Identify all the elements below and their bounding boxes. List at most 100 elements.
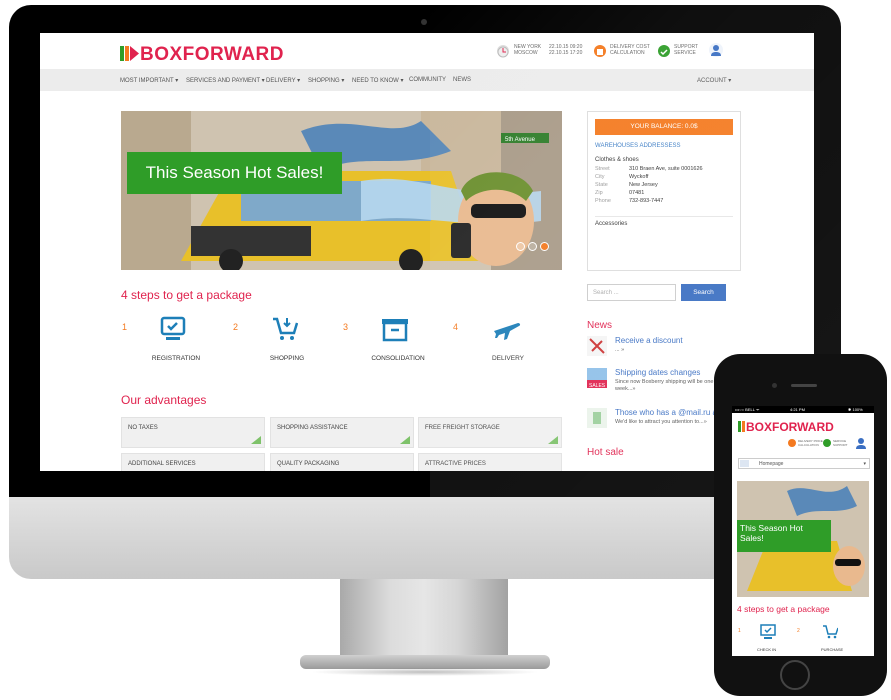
svg-text:5th Avenue: 5th Avenue — [505, 137, 536, 143]
support-icon[interactable] — [823, 439, 831, 447]
search-button[interactable]: Search — [681, 284, 726, 301]
city-names: NEW YORK MOSCOW — [514, 44, 542, 56]
corner-arrow-icon — [400, 436, 410, 444]
calculator-icon[interactable] — [594, 45, 606, 57]
hot-sale-heading: Hot sale — [587, 447, 624, 458]
phone-home-button[interactable] — [780, 660, 810, 690]
nav-delivery[interactable]: DELIVERY ▾ — [266, 77, 300, 84]
nav-community[interactable]: COMMUNITY — [409, 77, 446, 83]
warehouses-title[interactable]: WAREHOUSES ADDRESSESS — [595, 143, 680, 149]
advantage-card[interactable]: FREE FREIGHT STORAGE — [418, 417, 562, 448]
news-desc: Since now Boxberry shipping will be one … — [615, 379, 719, 392]
step-label[interactable]: CONSOLIDATION — [358, 355, 438, 362]
nav-shopping[interactable]: SHOPPING ▾ — [308, 77, 344, 84]
phone-slide-caption[interactable]: This Season Hot Sales! — [737, 520, 831, 552]
step-number: 2 — [233, 322, 239, 332]
advantage-card[interactable]: ADDITIONAL SERVICES — [121, 453, 265, 471]
step-label[interactable]: DELIVERY — [468, 355, 548, 362]
site-logo[interactable]: BOXFORWARD — [120, 44, 284, 66]
user-avatar-icon[interactable] — [709, 43, 723, 57]
chevron-down-icon: ▾ — [863, 461, 866, 467]
phone-steps-title: 4 steps to get a package — [737, 604, 830, 614]
advantages-title: Our advantages — [121, 393, 207, 407]
cart-icon[interactable] — [272, 316, 298, 342]
nav-most-important[interactable]: MOST IMPORTANT ▾ — [120, 77, 178, 84]
carrier-text: •••○○ BELL ᯤ — [735, 407, 760, 412]
main-nav: MOST IMPORTANT ▾ SERVICES AND PAYMENT ▾ … — [40, 69, 814, 91]
mail-thumb-icon — [587, 408, 607, 428]
support-link[interactable]: SUPPORT SERVICE — [674, 44, 698, 56]
clock-text: 4:21 PM — [790, 407, 805, 412]
warehouse-row: Street 310 Braen Ave, suite 0001626 — [595, 166, 703, 172]
phone-menu-select[interactable]: Homepage ▾ — [738, 458, 870, 469]
news-heading: News — [587, 320, 613, 331]
nav-news[interactable]: NEWS — [453, 77, 471, 83]
monitor-check-icon[interactable] — [160, 316, 186, 342]
phone-screen: •••○○ BELL ᯤ 4:21 PM ✱ 100% BOXFORWARD D… — [732, 406, 874, 656]
balance-button[interactable]: YOUR BALANCE: 0.0$ — [595, 119, 733, 135]
battery-text: ✱ 100% — [848, 407, 863, 412]
city-times: 22.10.15 09:20 22.10.15 17:20 — [549, 44, 583, 56]
support-icon[interactable] — [658, 45, 670, 57]
news-title[interactable]: Those who has a @mail.ru addr. — [615, 408, 730, 417]
camera-icon — [421, 19, 427, 25]
slider-dots — [516, 242, 549, 251]
corner-arrow-icon — [548, 436, 558, 444]
advantage-card[interactable]: ATTRACTIVE PRICES — [418, 453, 562, 471]
warehouse-row: City Wyckoff — [595, 174, 649, 180]
imac-stand — [340, 579, 508, 657]
monitor-check-icon[interactable] — [760, 624, 776, 640]
advantage-card[interactable]: QUALITY PACKAGING — [270, 453, 414, 471]
advantage-card[interactable]: SHOPPING ASSISTANCE — [270, 417, 414, 448]
news-desc: We'd like to attract you attention to...… — [615, 419, 707, 425]
phone-speaker — [791, 384, 817, 387]
phone-status-bar: •••○○ BELL ᯤ 4:21 PM ✱ 100% — [732, 406, 874, 413]
warehouse-row: Phone 732-893-7447 — [595, 198, 664, 204]
discount-icon — [587, 336, 607, 356]
cart-icon[interactable] — [822, 624, 838, 640]
site-header: BOXFORWARD NEW YORK MOSCOW 22.10.15 09:2… — [40, 33, 814, 69]
nav-account[interactable]: ACCOUNT ▾ — [697, 77, 731, 84]
box-consolidation-icon[interactable] — [381, 316, 409, 342]
accessories-item[interactable]: Accessories — [595, 216, 733, 227]
imac-base — [300, 655, 550, 669]
step-label[interactable]: PURCHASE — [821, 647, 843, 652]
logo-text: BOXFORWARD — [140, 44, 284, 65]
step-number: 2 — [797, 628, 800, 634]
warehouse-name: Clothes & shoes — [595, 157, 639, 163]
nav-need-to-know[interactable]: NEED TO KNOW ▾ — [352, 77, 403, 84]
advantage-card[interactable]: NO TAXES — [121, 417, 265, 448]
phone-logo[interactable]: BOXFORWARD — [738, 420, 834, 434]
phone-support-link[interactable]: SERVICE SUPPORT — [833, 439, 847, 447]
calculator-icon[interactable] — [788, 439, 796, 447]
steps-title: 4 steps to get a package — [121, 288, 252, 302]
slider-dot[interactable] — [516, 242, 525, 251]
phone-hero-slider[interactable]: This Season Hot Sales! — [737, 481, 869, 597]
delivery-cost-link[interactable]: DELIVERY COST CALCULATION — [610, 44, 650, 56]
step-label[interactable]: REGISTRATION — [136, 355, 216, 362]
news-title[interactable]: Shipping dates changes — [615, 368, 700, 377]
slide-caption[interactable]: This Season Hot Sales! — [127, 152, 342, 194]
phone-camera-icon — [772, 383, 777, 388]
imac-shadow — [310, 668, 540, 676]
step-number: 1 — [122, 322, 128, 332]
account-panel: YOUR BALANCE: 0.0$ WAREHOUSES ADDRESSESS… — [587, 111, 741, 271]
search-input[interactable]: Search ... — [587, 284, 676, 301]
phone-delivery-link[interactable]: DELIVERY PRICE CALCULATION — [798, 439, 823, 447]
logo-mark-icon — [120, 46, 139, 61]
slider-dot-active[interactable] — [540, 242, 549, 251]
step-label[interactable]: SHOPPING — [247, 355, 327, 362]
slider-dot[interactable] — [528, 242, 537, 251]
nav-services-payment[interactable]: SERVICES AND PAYMENT ▾ — [186, 77, 265, 84]
corner-arrow-icon — [251, 436, 261, 444]
user-avatar-icon[interactable] — [856, 437, 866, 449]
warehouse-row: State New Jersey — [595, 182, 658, 188]
step-number: 1 — [738, 628, 741, 634]
plane-icon[interactable] — [492, 316, 522, 342]
news-title[interactable]: Receive a discount — [615, 336, 683, 345]
step-label[interactable]: CHECK IN — [757, 647, 776, 652]
step-number: 4 — [453, 322, 459, 332]
hamburger-icon — [740, 460, 749, 467]
step-number: 3 — [343, 322, 349, 332]
hero-slider[interactable]: 5th Avenue This Season Hot Sales! — [121, 111, 562, 270]
